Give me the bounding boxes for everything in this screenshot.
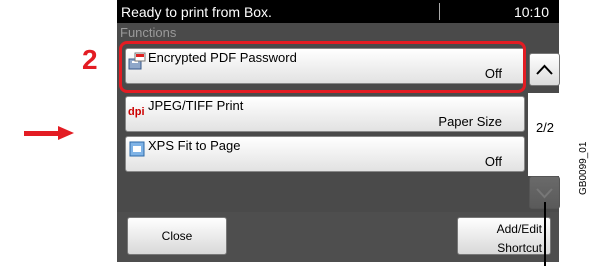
- dpi-icon: dpi: [128, 106, 145, 118]
- status-message: Ready to print from Box.: [121, 4, 272, 20]
- item-value: Paper Size: [438, 114, 502, 129]
- status-divider: [439, 3, 440, 20]
- pointer-line: [544, 202, 546, 266]
- status-time: 10:10: [513, 4, 549, 20]
- close-button[interactable]: Close: [127, 217, 227, 255]
- chevron-up-icon: [536, 64, 553, 75]
- highlight-frame: [119, 41, 526, 93]
- device-screen: Ready to print from Box. 10:10 Functions…: [117, 0, 561, 262]
- item-label: XPS Fit to Page: [148, 138, 241, 153]
- status-bar: Ready to print from Box. 10:10: [117, 0, 559, 23]
- list-item-jpeg-tiff-print[interactable]: dpi JPEG/TIFF Print Paper Size: [125, 96, 525, 132]
- bottom-bar: Close Add/Edit Shortcut: [117, 212, 559, 262]
- figure-code: GB0099_01: [578, 141, 589, 195]
- item-label: JPEG/TIFF Print: [148, 98, 244, 113]
- list-item-xps-fit-to-page[interactable]: XPS Fit to Page Off: [125, 136, 525, 172]
- callout-arrow-icon: [24, 126, 74, 140]
- shortcut-label-line1: Add/Edit: [496, 222, 542, 236]
- page-indicator: 2/2: [535, 120, 555, 135]
- svg-text:dpi: dpi: [128, 106, 145, 118]
- scroll-up-button[interactable]: [529, 53, 560, 86]
- close-button-label: Close: [161, 229, 193, 243]
- shortcut-label-line2: Shortcut: [497, 241, 542, 255]
- add-edit-shortcut-button[interactable]: Add/Edit Shortcut: [457, 217, 551, 255]
- xps-icon: [129, 141, 145, 157]
- step-number: 2: [82, 44, 98, 75]
- section-title: Functions: [120, 25, 177, 40]
- item-value: Off: [484, 154, 502, 169]
